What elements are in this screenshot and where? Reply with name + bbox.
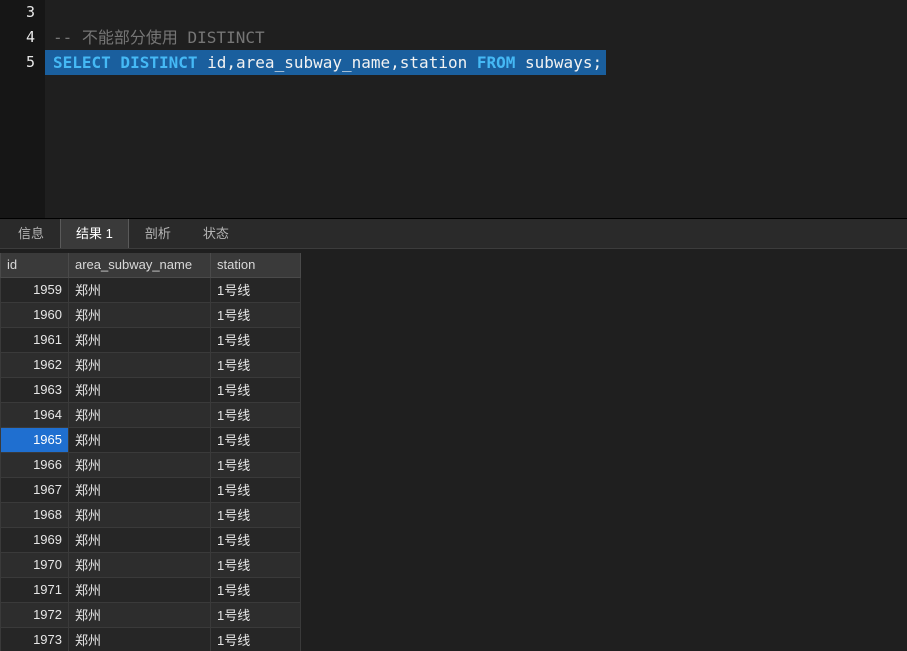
editor-line-3[interactable]: 3: [0, 0, 907, 25]
table-row[interactable]: 1970 郑州 1号线: [0, 551, 301, 578]
line-number: 3: [0, 0, 45, 25]
cell-station[interactable]: 1号线: [210, 326, 301, 353]
table-row[interactable]: 1964 郑州 1号线: [0, 401, 301, 428]
cell-area[interactable]: 郑州: [68, 551, 211, 578]
cell-area[interactable]: 郑州: [68, 301, 211, 328]
column-header-area-subway-name[interactable]: area_subway_name: [68, 253, 211, 278]
cell-station[interactable]: 1号线: [210, 501, 301, 528]
cell-station[interactable]: 1号线: [210, 301, 301, 328]
cell-station[interactable]: 1号线: [210, 351, 301, 378]
cell-station[interactable]: 1号线: [210, 426, 301, 453]
cell-area[interactable]: 郑州: [68, 351, 211, 378]
sql-statement-selected: SELECT DISTINCT id,area_subway_name,stat…: [45, 50, 607, 75]
cell-station[interactable]: 1号线: [210, 601, 301, 628]
results-table: id area_subway_name station 1959 郑州 1号线 196…: [0, 253, 301, 651]
table-row[interactable]: 1967 郑州 1号线: [0, 476, 301, 503]
cell-area[interactable]: 郑州: [68, 501, 211, 528]
cell-area[interactable]: 郑州: [68, 426, 211, 453]
cell-area[interactable]: 郑州: [68, 451, 211, 478]
column-header-id[interactable]: id: [0, 253, 69, 278]
line-number: 4: [0, 25, 45, 50]
cell-id[interactable]: 1966: [0, 451, 69, 478]
cell-area[interactable]: 郑州: [68, 376, 211, 403]
table-row[interactable]: 1966 郑州 1号线: [0, 451, 301, 478]
table-row[interactable]: 1960 郑州 1号线: [0, 301, 301, 328]
table-row[interactable]: 1963 郑州 1号线: [0, 376, 301, 403]
table-row[interactable]: 1965 郑州 1号线: [0, 426, 301, 453]
tab-result-1[interactable]: 结果 1: [60, 217, 129, 248]
sql-comment: -- 不能部分使用 DISTINCT: [53, 28, 265, 47]
line-number: 5: [0, 50, 45, 75]
cell-id[interactable]: 1967: [0, 476, 69, 503]
sql-editor[interactable]: 3 4 -- 不能部分使用 DISTINCT 5 SELECT DISTINCT…: [0, 0, 907, 219]
sql-identifiers: id,area_subway_name,station: [197, 53, 477, 72]
sql-identifiers: subways;: [515, 53, 603, 72]
cell-area[interactable]: 郑州: [68, 601, 211, 628]
cell-id[interactable]: 1959: [0, 276, 69, 303]
gutter-background: [0, 75, 45, 218]
sql-client-window: 3 4 -- 不能部分使用 DISTINCT 5 SELECT DISTINCT…: [0, 0, 907, 651]
table-header-row: id area_subway_name station: [0, 253, 301, 278]
cell-area[interactable]: 郑州: [68, 476, 211, 503]
cell-id[interactable]: 1971: [0, 576, 69, 603]
table-row[interactable]: 1959 郑州 1号线: [0, 276, 301, 303]
tab-info[interactable]: 信息: [2, 217, 60, 248]
tab-profile[interactable]: 剖析: [129, 217, 187, 248]
result-tabbar: 信息 结果 1 剖析 状态: [0, 217, 907, 249]
cell-id[interactable]: 1973: [0, 626, 69, 651]
cell-station[interactable]: 1号线: [210, 551, 301, 578]
editor-line-5[interactable]: 5 SELECT DISTINCT id,area_subway_name,st…: [0, 50, 907, 75]
cell-area[interactable]: 郑州: [68, 326, 211, 353]
table-row[interactable]: 1961 郑州 1号线: [0, 326, 301, 353]
cell-station[interactable]: 1号线: [210, 376, 301, 403]
table-row[interactable]: 1969 郑州 1号线: [0, 526, 301, 553]
editor-line-4[interactable]: 4 -- 不能部分使用 DISTINCT: [0, 25, 907, 50]
column-header-station[interactable]: station: [210, 253, 301, 278]
cell-id[interactable]: 1970: [0, 551, 69, 578]
table-row[interactable]: 1971 郑州 1号线: [0, 576, 301, 603]
sql-keyword: SELECT DISTINCT: [53, 53, 198, 72]
cell-station[interactable]: 1号线: [210, 276, 301, 303]
cell-station[interactable]: 1号线: [210, 526, 301, 553]
table-row[interactable]: 1972 郑州 1号线: [0, 601, 301, 628]
cell-id[interactable]: 1964: [0, 401, 69, 428]
cell-area[interactable]: 郑州: [68, 401, 211, 428]
cell-area[interactable]: 郑州: [68, 626, 211, 651]
cell-id[interactable]: 1962: [0, 351, 69, 378]
tab-status[interactable]: 状态: [187, 217, 245, 248]
results-area: id area_subway_name station 1959 郑州 1号线 196…: [0, 249, 907, 651]
cell-station[interactable]: 1号线: [210, 451, 301, 478]
table-row[interactable]: 1962 郑州 1号线: [0, 351, 301, 378]
cell-station[interactable]: 1号线: [210, 401, 301, 428]
cell-id[interactable]: 1960: [0, 301, 69, 328]
cell-area[interactable]: 郑州: [68, 526, 211, 553]
results-table-body: 1959 郑州 1号线 1960 郑州 1号线 1961 郑州 1号线 1962 郑州 1号线 1963…: [0, 276, 301, 651]
table-row[interactable]: 1968 郑州 1号线: [0, 501, 301, 528]
cell-id[interactable]: 1963: [0, 376, 69, 403]
cell-area[interactable]: 郑州: [68, 576, 211, 603]
cell-id[interactable]: 1965: [0, 426, 69, 453]
sql-keyword: FROM: [476, 53, 516, 72]
cell-area[interactable]: 郑州: [68, 276, 211, 303]
cell-id[interactable]: 1968: [0, 501, 69, 528]
cell-station[interactable]: 1号线: [210, 626, 301, 651]
cell-id[interactable]: 1972: [0, 601, 69, 628]
table-row[interactable]: 1973 郑州 1号线: [0, 626, 301, 651]
cell-id[interactable]: 1969: [0, 526, 69, 553]
cell-station[interactable]: 1号线: [210, 476, 301, 503]
cell-id[interactable]: 1961: [0, 326, 69, 353]
cell-station[interactable]: 1号线: [210, 576, 301, 603]
